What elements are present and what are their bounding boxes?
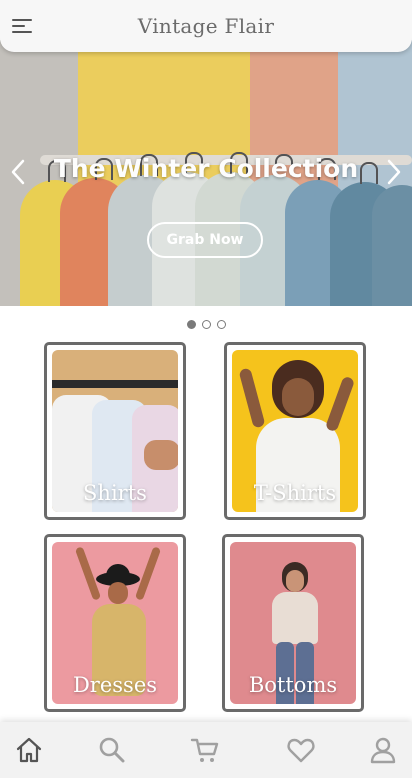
cart-icon[interactable] (190, 735, 220, 765)
hero-title: The Winter Collection (53, 154, 359, 183)
search-icon[interactable] (97, 735, 127, 765)
category-card-shirts[interactable]: Shirts (44, 342, 186, 520)
grab-now-button[interactable]: Grab Now (147, 222, 263, 258)
category-label: Shirts (83, 481, 147, 505)
carousel-dot-3[interactable] (216, 320, 226, 329)
app-header: Vintage Flair (0, 0, 412, 52)
carousel-dot-1[interactable] (186, 320, 196, 329)
category-label: Bottoms (248, 673, 338, 697)
home-icon[interactable] (14, 735, 44, 765)
category-label: Dresses (72, 673, 158, 697)
user-icon[interactable] (368, 735, 398, 765)
category-card-bottoms[interactable]: Bottoms (222, 534, 364, 712)
bottom-navigation (0, 722, 412, 778)
hero-carousel[interactable]: The Winter Collection Grab Now (0, 40, 412, 306)
category-card-dresses[interactable]: Dresses (44, 534, 186, 712)
category-card-tshirts[interactable]: T-Shirts (224, 342, 366, 520)
carousel-dot-2[interactable] (201, 320, 211, 329)
heart-icon[interactable] (286, 735, 316, 765)
app-title: Vintage Flair (137, 14, 275, 38)
category-label: T-Shirts (253, 481, 337, 505)
carousel-pagination (0, 320, 412, 329)
